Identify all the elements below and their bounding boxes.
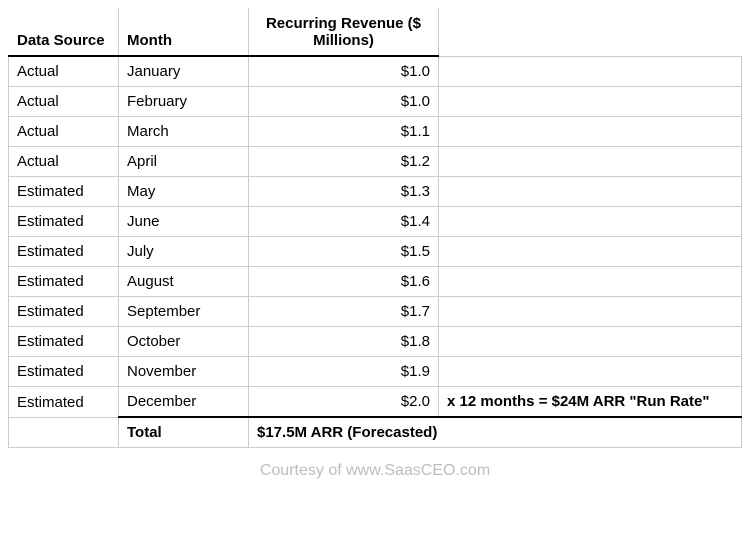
cell-data-source: Estimated [9,237,119,267]
cell-note [439,237,742,267]
cell-note [439,87,742,117]
cell-data-source: Estimated [9,327,119,357]
table-row: ActualFebruary$1.0 [9,87,742,117]
cell-revenue: $1.6 [249,267,439,297]
total-blank [9,417,119,448]
table-row: EstimatedSeptember$1.7 [9,297,742,327]
header-data-source: Data Source [9,9,119,57]
cell-month: August [119,267,249,297]
cell-revenue: $1.0 [249,56,439,87]
cell-data-source: Estimated [9,207,119,237]
header-month: Month [119,9,249,57]
footer-credit: Courtesy of www.SaasCEO.com [8,448,742,480]
cell-data-source: Actual [9,117,119,147]
cell-note: x 12 months = $24M ARR "Run Rate" [439,387,742,418]
table-row: EstimatedJune$1.4 [9,207,742,237]
cell-note [439,267,742,297]
cell-revenue: $1.8 [249,327,439,357]
cell-month: July [119,237,249,267]
cell-note [439,177,742,207]
cell-month: December [119,387,249,418]
cell-revenue: $1.1 [249,117,439,147]
cell-revenue: $1.7 [249,297,439,327]
header-blank [439,9,742,57]
cell-revenue: $1.3 [249,177,439,207]
cell-note [439,327,742,357]
cell-data-source: Estimated [9,387,119,418]
total-value: $17.5M ARR (Forecasted) [249,417,742,448]
table-row: ActualApril$1.2 [9,147,742,177]
cell-month: May [119,177,249,207]
table-row: ActualJanuary$1.0 [9,56,742,87]
cell-revenue: $1.0 [249,87,439,117]
revenue-table: Data Source Month Recurring Revenue ($ M… [8,8,742,448]
cell-month: November [119,357,249,387]
table-row: EstimatedNovember$1.9 [9,357,742,387]
cell-note [439,147,742,177]
cell-data-source: Estimated [9,177,119,207]
cell-month: September [119,297,249,327]
cell-month: October [119,327,249,357]
cell-data-source: Estimated [9,297,119,327]
cell-revenue: $1.4 [249,207,439,237]
cell-data-source: Actual [9,87,119,117]
table-row: EstimatedOctober$1.8 [9,327,742,357]
table-row: EstimatedJuly$1.5 [9,237,742,267]
cell-data-source: Actual [9,56,119,87]
total-row: Total $17.5M ARR (Forecasted) [9,417,742,448]
table-row: ActualMarch$1.1 [9,117,742,147]
cell-note [439,297,742,327]
cell-data-source: Estimated [9,267,119,297]
cell-month: June [119,207,249,237]
cell-note [439,357,742,387]
cell-revenue: $1.5 [249,237,439,267]
cell-month: February [119,87,249,117]
cell-revenue: $1.2 [249,147,439,177]
table-header-row: Data Source Month Recurring Revenue ($ M… [9,9,742,57]
cell-revenue: $1.9 [249,357,439,387]
table-row: EstimatedMay$1.3 [9,177,742,207]
cell-note [439,207,742,237]
table-row: EstimatedDecember$2.0x 12 months = $24M … [9,387,742,418]
cell-month: April [119,147,249,177]
total-label: Total [119,417,249,448]
cell-revenue: $2.0 [249,387,439,418]
cell-month: January [119,56,249,87]
cell-month: March [119,117,249,147]
cell-note [439,117,742,147]
table-row: EstimatedAugust$1.6 [9,267,742,297]
cell-data-source: Estimated [9,357,119,387]
cell-note [439,56,742,87]
cell-data-source: Actual [9,147,119,177]
header-revenue: Recurring Revenue ($ Millions) [249,9,439,57]
